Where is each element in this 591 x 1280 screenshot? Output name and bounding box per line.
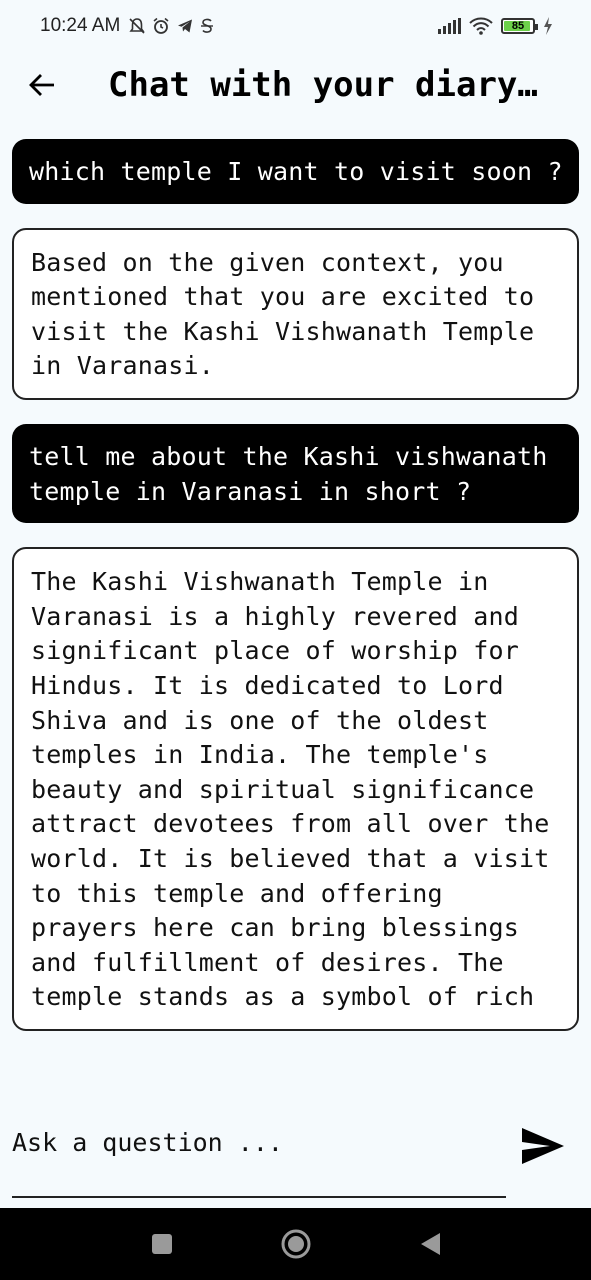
mute-icon: [129, 18, 145, 34]
question-input[interactable]: [12, 1114, 506, 1198]
wifi-icon: [469, 17, 493, 35]
back-triangle-icon: [420, 1233, 440, 1255]
home-button[interactable]: [274, 1222, 318, 1266]
signal-icon: [438, 18, 461, 34]
recents-icon: [151, 1234, 172, 1254]
sync-icon: [201, 18, 214, 33]
bot-message-bubble: The Kashi Vishwanath Temple in Varanasi …: [12, 547, 579, 1031]
telegram-icon: [178, 19, 193, 33]
page-title: Chat with your diary …: [108, 65, 558, 105]
system-back-button[interactable]: [408, 1222, 452, 1266]
battery-level: 85: [511, 20, 525, 32]
user-message-bubble: tell me about the Kashi vishwanath templ…: [12, 423, 579, 524]
battery-icon: 85: [501, 18, 538, 34]
send-icon: [522, 1128, 564, 1164]
system-nav-bar: [0, 1208, 591, 1280]
chat-message-list[interactable]: which temple I want to visit soon ? Based…: [0, 122, 591, 1088]
back-button[interactable]: [12, 55, 72, 115]
app-bar: Chat with your diary …: [0, 52, 591, 118]
recents-button[interactable]: [140, 1222, 184, 1266]
home-icon: [281, 1229, 310, 1259]
status-bar: 10:24 AM 85: [0, 0, 591, 52]
charging-icon: [544, 17, 552, 35]
user-message-bubble: which temple I want to visit soon ?: [12, 139, 579, 204]
alarm-icon: [153, 17, 169, 34]
arrow-left-icon: [29, 74, 54, 96]
question-input-area: [0, 1090, 591, 1208]
send-button[interactable]: [520, 1126, 566, 1166]
bot-message-bubble: Based on the given context, you mentione…: [12, 227, 579, 400]
status-time: 10:24 AM: [40, 15, 121, 36]
